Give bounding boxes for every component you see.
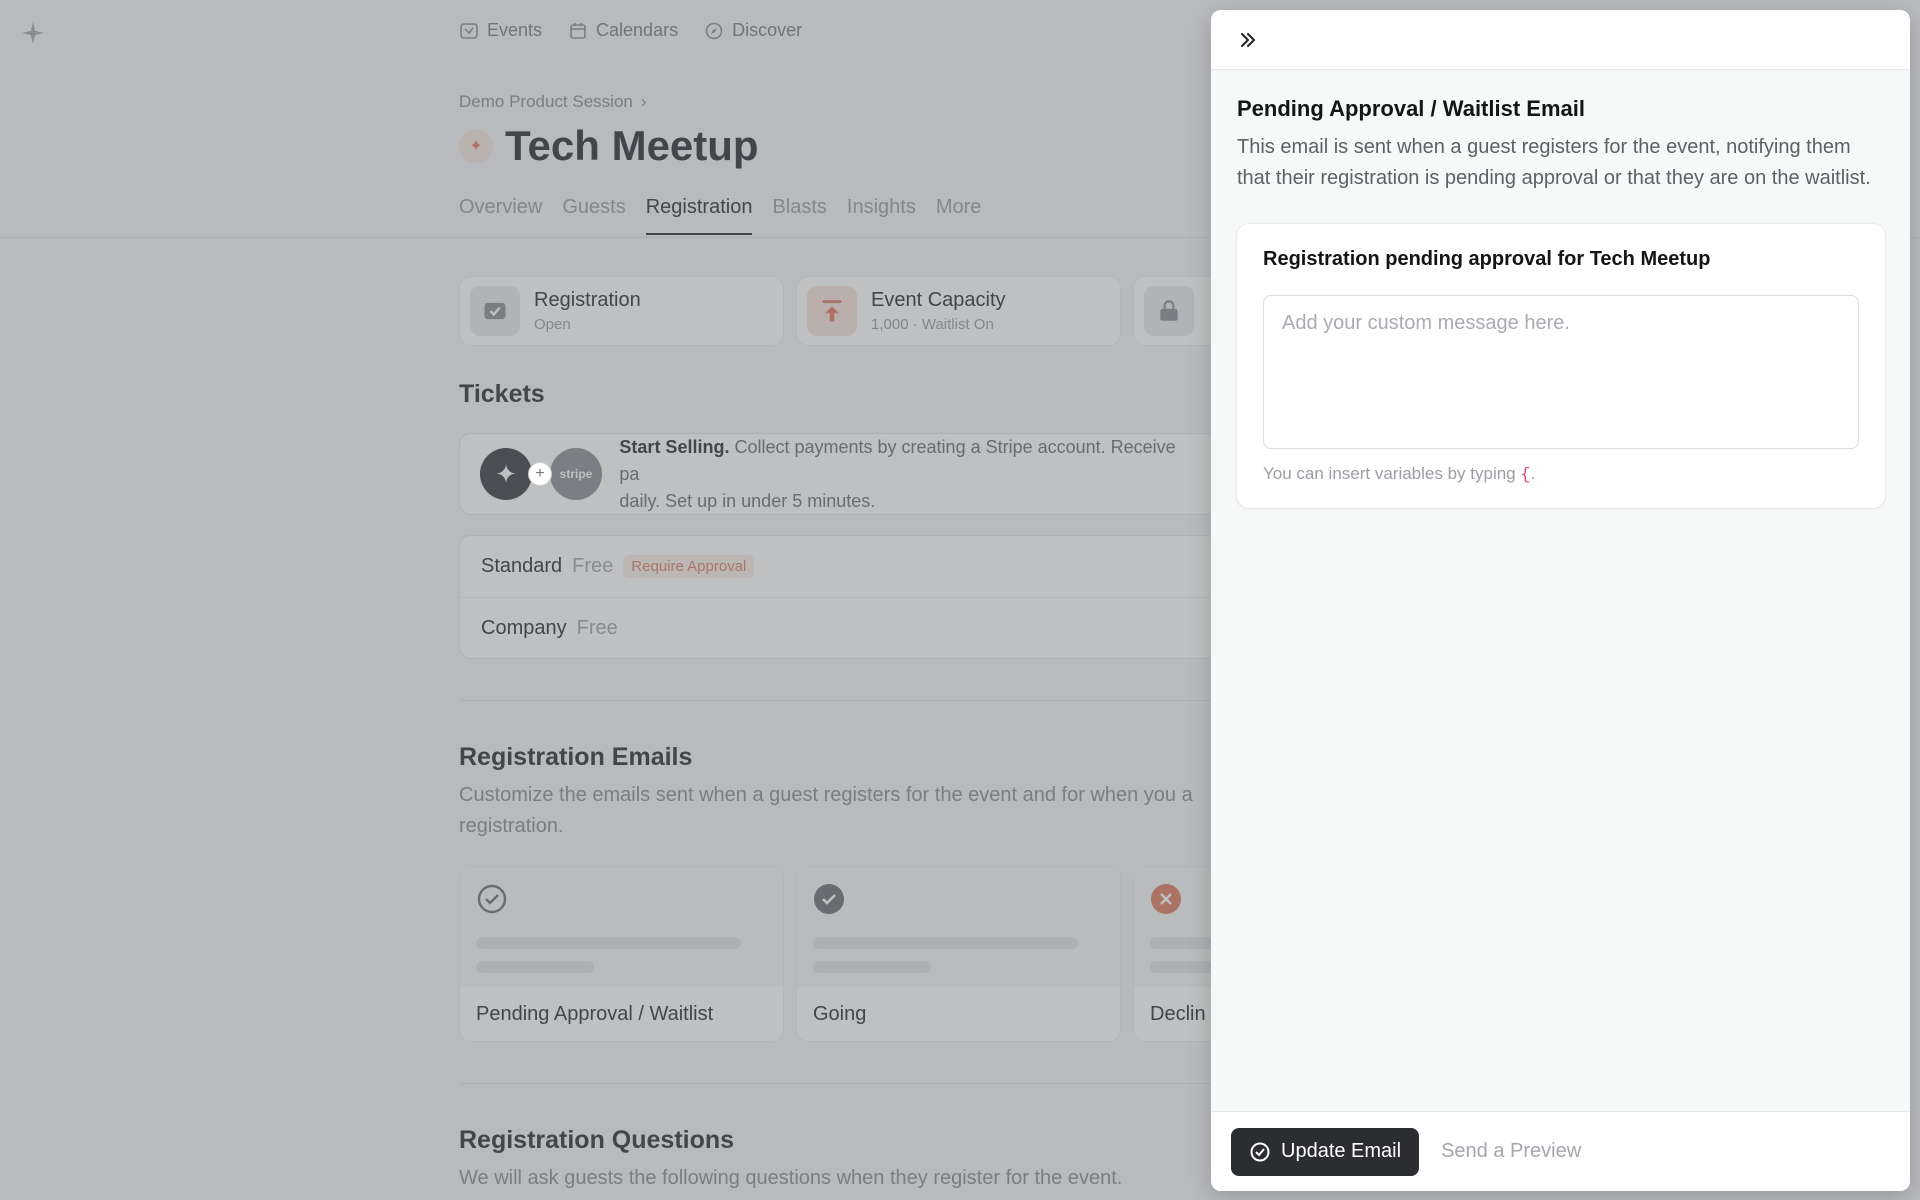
variables-hint-text: You can insert variables by typing (1263, 464, 1516, 483)
send-preview-button[interactable]: Send a Preview (1441, 1140, 1581, 1163)
variables-hint: You can insert variables by typing {. (1263, 464, 1859, 485)
collapse-panel-button[interactable] (1233, 25, 1263, 55)
panel-footer: Update Email Send a Preview (1211, 1111, 1910, 1191)
panel-topbar (1211, 10, 1910, 70)
plus-icon: + (528, 462, 552, 486)
update-email-label: Update Email (1281, 1140, 1402, 1162)
email-editor-panel: Pending Approval / Waitlist Email This e… (1211, 10, 1910, 1191)
custom-message-input[interactable] (1263, 295, 1859, 449)
variables-hint-brace: { (1520, 466, 1531, 485)
double-chevron-right-icon (1240, 32, 1256, 47)
panel-description: This email is sent when a guest register… (1237, 136, 1871, 189)
email-subject: Registration pending approval for Tech M… (1263, 248, 1711, 270)
panel-heading: Pending Approval / Waitlist Email (1237, 96, 1585, 121)
panel-body: Pending Approval / Waitlist Email This e… (1211, 70, 1910, 532)
check-circle-icon (1250, 1142, 1270, 1161)
variables-hint-end: . (1530, 464, 1536, 483)
email-editor-card: Registration pending approval for Tech M… (1237, 224, 1885, 508)
update-email-button[interactable]: Update Email (1231, 1127, 1420, 1176)
